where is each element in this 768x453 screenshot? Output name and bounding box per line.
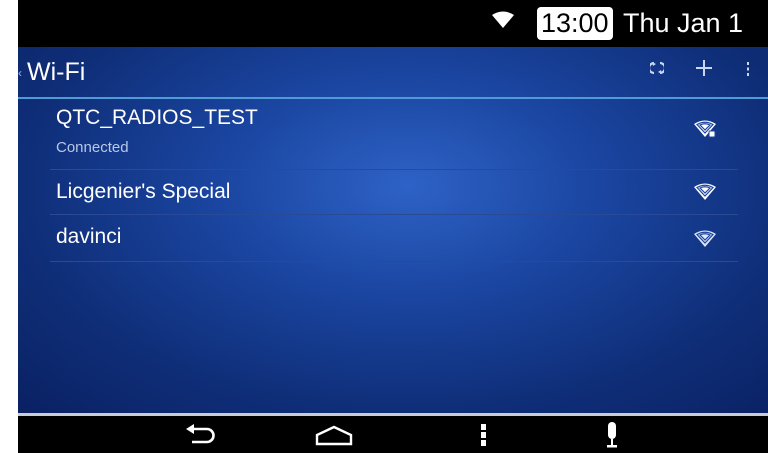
network-ssid: Licgenier's Special xyxy=(56,180,231,203)
network-status: Connected xyxy=(56,139,129,156)
voice-button[interactable] xyxy=(582,416,642,453)
wifi-network-list: QTC_RADIOS_TEST Connected Licgenier's Sp… xyxy=(50,101,738,262)
wifi-signal-icon xyxy=(694,230,716,247)
wifi-signal-secured-icon xyxy=(694,120,716,138)
wifi-network-item[interactable]: Licgenier's Special xyxy=(50,170,738,215)
device-screen: 13:00 Thu Jan 1 ‹ Wi-Fi QTC_RADIOS_TEST … xyxy=(18,0,768,453)
menu-icon xyxy=(481,423,486,446)
wifi-settings-screen: ‹ Wi-Fi QTC_RADIOS_TEST Connected Licgen… xyxy=(18,47,768,413)
wifi-network-item[interactable]: QTC_RADIOS_TEST Connected xyxy=(50,101,738,170)
clock-date: Thu Jan 1 xyxy=(623,8,744,38)
add-network-icon[interactable] xyxy=(696,60,712,76)
clock-time: 13:00 xyxy=(537,7,613,40)
back-icon xyxy=(186,423,215,443)
navigation-bar xyxy=(18,416,768,453)
status-bar: 13:00 Thu Jan 1 xyxy=(18,0,768,47)
wifi-signal-icon xyxy=(492,11,514,28)
wps-icon[interactable] xyxy=(650,61,664,75)
wifi-network-item[interactable]: davinci xyxy=(50,215,738,262)
network-ssid: QTC_RADIOS_TEST xyxy=(56,106,258,129)
up-caret-icon[interactable]: ‹ xyxy=(18,66,22,80)
microphone-icon xyxy=(607,421,617,447)
home-icon xyxy=(315,425,353,445)
back-button[interactable] xyxy=(170,416,230,453)
action-bar: ‹ Wi-Fi xyxy=(18,47,768,99)
overflow-menu-icon[interactable] xyxy=(745,61,751,77)
network-ssid: davinci xyxy=(56,225,122,248)
page-title: Wi-Fi xyxy=(27,58,86,86)
menu-button[interactable] xyxy=(454,416,514,453)
wifi-signal-icon xyxy=(694,183,716,200)
home-button[interactable] xyxy=(304,416,364,453)
